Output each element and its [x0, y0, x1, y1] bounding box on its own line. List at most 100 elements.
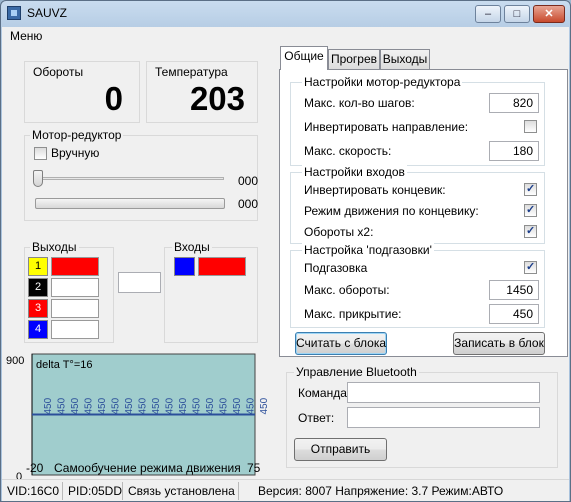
boost-label: Подгазовка: [304, 261, 368, 275]
tab-outputs[interactable]: Выходы: [380, 49, 430, 69]
self-learning-chart: 9000delta T°=16450 450 450 450 450 450 450 450 4…: [6, 353, 270, 479]
max-speed-label: Макс. скорость:: [304, 144, 392, 158]
output-3-indicator: [51, 299, 99, 318]
slider1-value: 000: [238, 174, 259, 188]
output-4-swatch: 4: [28, 320, 48, 339]
output-1-swatch: 1: [28, 257, 48, 276]
status-separator: [62, 482, 63, 500]
max-steps-input[interactable]: 820: [489, 93, 539, 113]
menu-bar: Меню: [2, 27, 569, 45]
rpm-x2-label: Обороты x2:: [304, 225, 374, 239]
boost-checkbox[interactable]: [524, 260, 537, 274]
status-bar: VID:16C0 PID:05DD Связь установлена Верс…: [2, 479, 569, 501]
answer-field: [347, 407, 540, 428]
output-1-indicator: [51, 257, 99, 276]
close-button[interactable]: ✕: [533, 5, 565, 23]
chart-data-label: 450: [232, 397, 243, 414]
chart-data-label: 450: [219, 397, 230, 414]
send-button[interactable]: Отправить: [294, 438, 387, 461]
command-input[interactable]: [347, 382, 540, 403]
status-connection: Связь установлена: [128, 484, 235, 498]
invert-direction-label: Инвертировать направление:: [304, 120, 469, 134]
output-2-indicator: [51, 278, 99, 297]
boost-settings-title: Настройка 'подгазовки': [302, 243, 434, 257]
input-1-indicator: [198, 257, 246, 276]
max-closing-label: Макс. прикрытие:: [304, 307, 402, 321]
chart-data-label: 450: [178, 397, 189, 414]
client-area: Меню Обороты 0 Температура 203 Мотор-ред…: [2, 27, 569, 501]
chart-data-label: 450: [70, 397, 81, 414]
chart-data-label: 450: [246, 397, 257, 414]
rpm-x2-checkbox[interactable]: [524, 224, 537, 238]
chart-data-label: 450: [124, 397, 135, 414]
rpm-label: Обороты: [33, 65, 84, 79]
tab-page-general: Настройки мотор-редуктора Макс. кол-во ш…: [279, 69, 568, 357]
motor-settings-title: Настройки мотор-редуктора: [302, 75, 463, 89]
chart-data-label: 450: [57, 397, 68, 414]
slider2-bar[interactable]: [35, 198, 225, 209]
status-box: [118, 272, 161, 293]
status-separator: [238, 482, 239, 500]
slider1-track[interactable]: [36, 177, 224, 180]
slider2-value: 000: [238, 197, 259, 211]
menu-main[interactable]: Меню: [10, 29, 42, 43]
max-rpm-label: Макс. обороты:: [304, 283, 390, 297]
chart-xlabel: Самообучение режима движения: [54, 461, 241, 475]
endstop-mode-checkbox[interactable]: [524, 203, 537, 217]
status-pid: PID:05DD: [68, 484, 123, 498]
write-to-block-button[interactable]: Записать в блок: [453, 332, 545, 355]
chart-data-label: 450: [84, 397, 95, 414]
chart-ytick-label: 0: [16, 471, 22, 479]
tab-warmup[interactable]: Прогрев: [328, 49, 380, 69]
inputs-settings-title: Настройки входов: [302, 165, 407, 179]
chart-annotation: delta T°=16: [36, 359, 93, 371]
maximize-button[interactable]: □: [504, 5, 530, 23]
status-vid: VID:16C0: [7, 484, 60, 498]
inputs-group-title: Входы: [172, 240, 212, 254]
chart-xtick-label: 75: [247, 461, 261, 475]
motor-group-title: Мотор-редуктор: [30, 128, 124, 142]
max-closing-input[interactable]: 450: [489, 304, 539, 324]
chart-data-label: 450: [97, 397, 108, 414]
invert-endstop-label: Инвертировать концевик:: [304, 183, 446, 197]
chart-data-label: 450: [111, 397, 122, 414]
tab-general[interactable]: Общие: [280, 46, 328, 70]
manual-label: Вручную: [51, 146, 100, 160]
chart-data-label: 450: [259, 397, 270, 414]
chart-data-label: 450: [192, 397, 203, 414]
chart-ytick-label: 900: [6, 355, 24, 367]
endstop-mode-label: Режим движения по концевику:: [304, 204, 479, 218]
command-label: Команда:: [298, 386, 351, 400]
invert-endstop-checkbox[interactable]: [524, 182, 537, 196]
rpm-value: 0: [104, 80, 123, 117]
temperature-panel: Температура 203: [146, 61, 258, 123]
app-window: SAUVZ – □ ✕ Меню Обороты 0 Температура 2…: [0, 0, 571, 502]
chart-data-label: 450: [205, 397, 216, 414]
status-separator: [122, 482, 123, 500]
temperature-label: Температура: [155, 65, 228, 79]
max-steps-label: Макс. кол-во шагов:: [304, 96, 415, 110]
bluetooth-group-title: Управление Bluetooth: [294, 365, 419, 379]
status-version: Версия: 8007 Напряжение: 3.7 Режим:АВТО: [258, 484, 504, 498]
read-from-block-button[interactable]: Считать с блока: [295, 332, 387, 355]
output-3-swatch: 3: [28, 299, 48, 318]
minimize-button[interactable]: –: [475, 5, 501, 23]
max-speed-input[interactable]: 180: [489, 141, 539, 161]
title-bar[interactable]: SAUVZ – □ ✕: [1, 1, 570, 27]
chart-data-label: 450: [151, 397, 162, 414]
manual-checkbox[interactable]: [34, 147, 47, 160]
slider1-thumb[interactable]: [33, 170, 43, 187]
temperature-value: 203: [189, 80, 245, 117]
input-1-swatch: [174, 257, 195, 276]
answer-label: Ответ:: [298, 411, 335, 425]
output-4-indicator: [51, 320, 99, 339]
app-icon: [7, 6, 21, 20]
invert-direction-checkbox[interactable]: [524, 120, 537, 133]
max-rpm-input[interactable]: 1450: [489, 280, 539, 300]
outputs-group-title: Выходы: [30, 240, 79, 254]
window-title: SAUVZ: [27, 6, 68, 20]
chart-data-label: 450: [43, 397, 54, 414]
chart-data-label: 450: [138, 397, 149, 414]
chart-xtick-label: -20: [26, 461, 44, 475]
rpm-panel: Обороты 0: [24, 61, 140, 123]
